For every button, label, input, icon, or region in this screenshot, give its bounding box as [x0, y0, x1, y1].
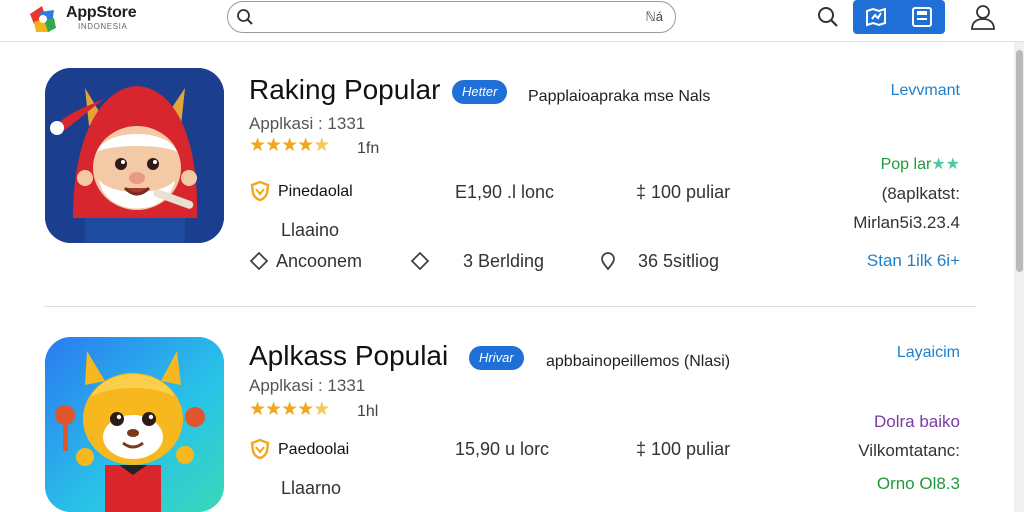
scrollbar-thumb[interactable]	[1016, 50, 1023, 272]
side-link[interactable]: Levvmant	[891, 82, 960, 100]
side-text: Mirlan5i3.23.4	[853, 213, 960, 232]
logo-subtitle: INDONESIA	[78, 22, 128, 31]
search-language-label[interactable]: ℕá	[645, 9, 663, 25]
side-text: Vilkomtatanc:	[858, 441, 960, 460]
app-store-logo[interactable]: AppStore INDONESIA	[26, 2, 146, 36]
logo-title: AppStore	[66, 4, 137, 21]
rating-stars: ★★★★★	[249, 135, 330, 156]
app-subtitle: Applkasi : 1331	[249, 114, 366, 133]
side-text-purple: Dolra baiko	[874, 412, 960, 431]
app-store-logo-icon	[30, 6, 56, 32]
app-title[interactable]: Aplkass Populai	[249, 340, 448, 372]
app-card[interactable]: Raking Popular Hetter Papplaioapraka mse…	[0, 42, 1010, 308]
meta-row: Ancoonem 3 Berlding 36 5sitliog	[249, 250, 769, 272]
scrollbar[interactable]	[1014, 42, 1024, 512]
app-size: E1,90 .l lonc	[455, 182, 555, 202]
header-action-group	[853, 0, 945, 34]
search-bar: ℕá	[227, 1, 676, 33]
map-icon[interactable]	[865, 7, 887, 27]
app-price: ‡ 100 puliar	[636, 182, 731, 202]
shield-icon	[250, 180, 270, 202]
brand-label: Paedoolai	[278, 441, 350, 458]
shield-icon	[250, 438, 270, 460]
app-tagline: Papplaioapraka mse Nals	[528, 88, 711, 105]
star-icon: ★	[249, 399, 266, 420]
search-icon	[237, 9, 253, 25]
search-input[interactable]	[260, 6, 620, 28]
app-badge: Hrivar	[469, 346, 524, 370]
app-badge: Hetter	[452, 80, 508, 104]
star-icon: ★	[249, 135, 266, 156]
gnome-character-icon	[45, 68, 224, 243]
diamond-outline-icon	[249, 251, 269, 271]
star-icon: ★	[281, 399, 298, 420]
star-icon: ★	[265, 135, 282, 156]
meta-label: Ancoonem	[276, 251, 363, 271]
library-icon[interactable]	[911, 6, 933, 28]
side-popular-label: Pop lar	[880, 156, 932, 173]
side-text: (8aplkatst:	[881, 184, 960, 203]
side-link[interactable]: Layaicim	[897, 344, 960, 362]
rating-stars: ★★★★★	[249, 399, 330, 420]
app-developer[interactable]: Llaaino	[281, 220, 339, 241]
star-icon: ★	[265, 399, 282, 420]
side-plus-link[interactable]: Stan 1ilk 6i+	[867, 251, 960, 271]
header-search-icon[interactable]	[815, 4, 841, 30]
app-icon-gnome[interactable]	[45, 68, 224, 243]
rating-count: 1hl	[357, 403, 379, 420]
side-text-green: Orno Ol8.3	[876, 474, 960, 493]
app-developer[interactable]: Llaarno	[281, 478, 341, 499]
star-icon: ★	[297, 399, 314, 420]
star-icon: ★	[281, 135, 298, 156]
diamond-outline-icon	[410, 251, 430, 271]
card-divider	[44, 306, 976, 307]
meta-label: 36 5sitliog	[638, 251, 720, 271]
app-icon-tiger[interactable]	[45, 337, 224, 512]
app-size: 15,90 u lorc	[455, 439, 550, 459]
half-star-icon: ★	[313, 399, 330, 420]
app-title[interactable]: Raking Popular	[249, 74, 440, 106]
rating-count: 1fn	[357, 140, 380, 157]
app-tagline: apbbainopeillemos (Nlasi)	[546, 353, 731, 370]
side-popular: Pop lar★★	[881, 154, 960, 174]
star-icon: ★	[297, 135, 314, 156]
user-icon[interactable]	[969, 3, 997, 31]
app-subtitle: Applkasi : 1331	[249, 376, 366, 395]
brand-label: Pinedaolal	[278, 183, 353, 200]
meta-label: 3 Berlding	[463, 251, 545, 271]
top-bar: AppStore INDONESIA ℕá	[0, 0, 1024, 42]
location-pin-icon	[601, 252, 615, 271]
app-card[interactable]: Aplkass Populai Hrivar apbbainopeillemos…	[0, 310, 1010, 512]
app-price: ‡ 100 puliar	[636, 439, 731, 459]
star-icon: ★★	[931, 156, 960, 173]
half-star-icon: ★	[313, 135, 330, 156]
tiger-character-icon	[45, 337, 224, 512]
